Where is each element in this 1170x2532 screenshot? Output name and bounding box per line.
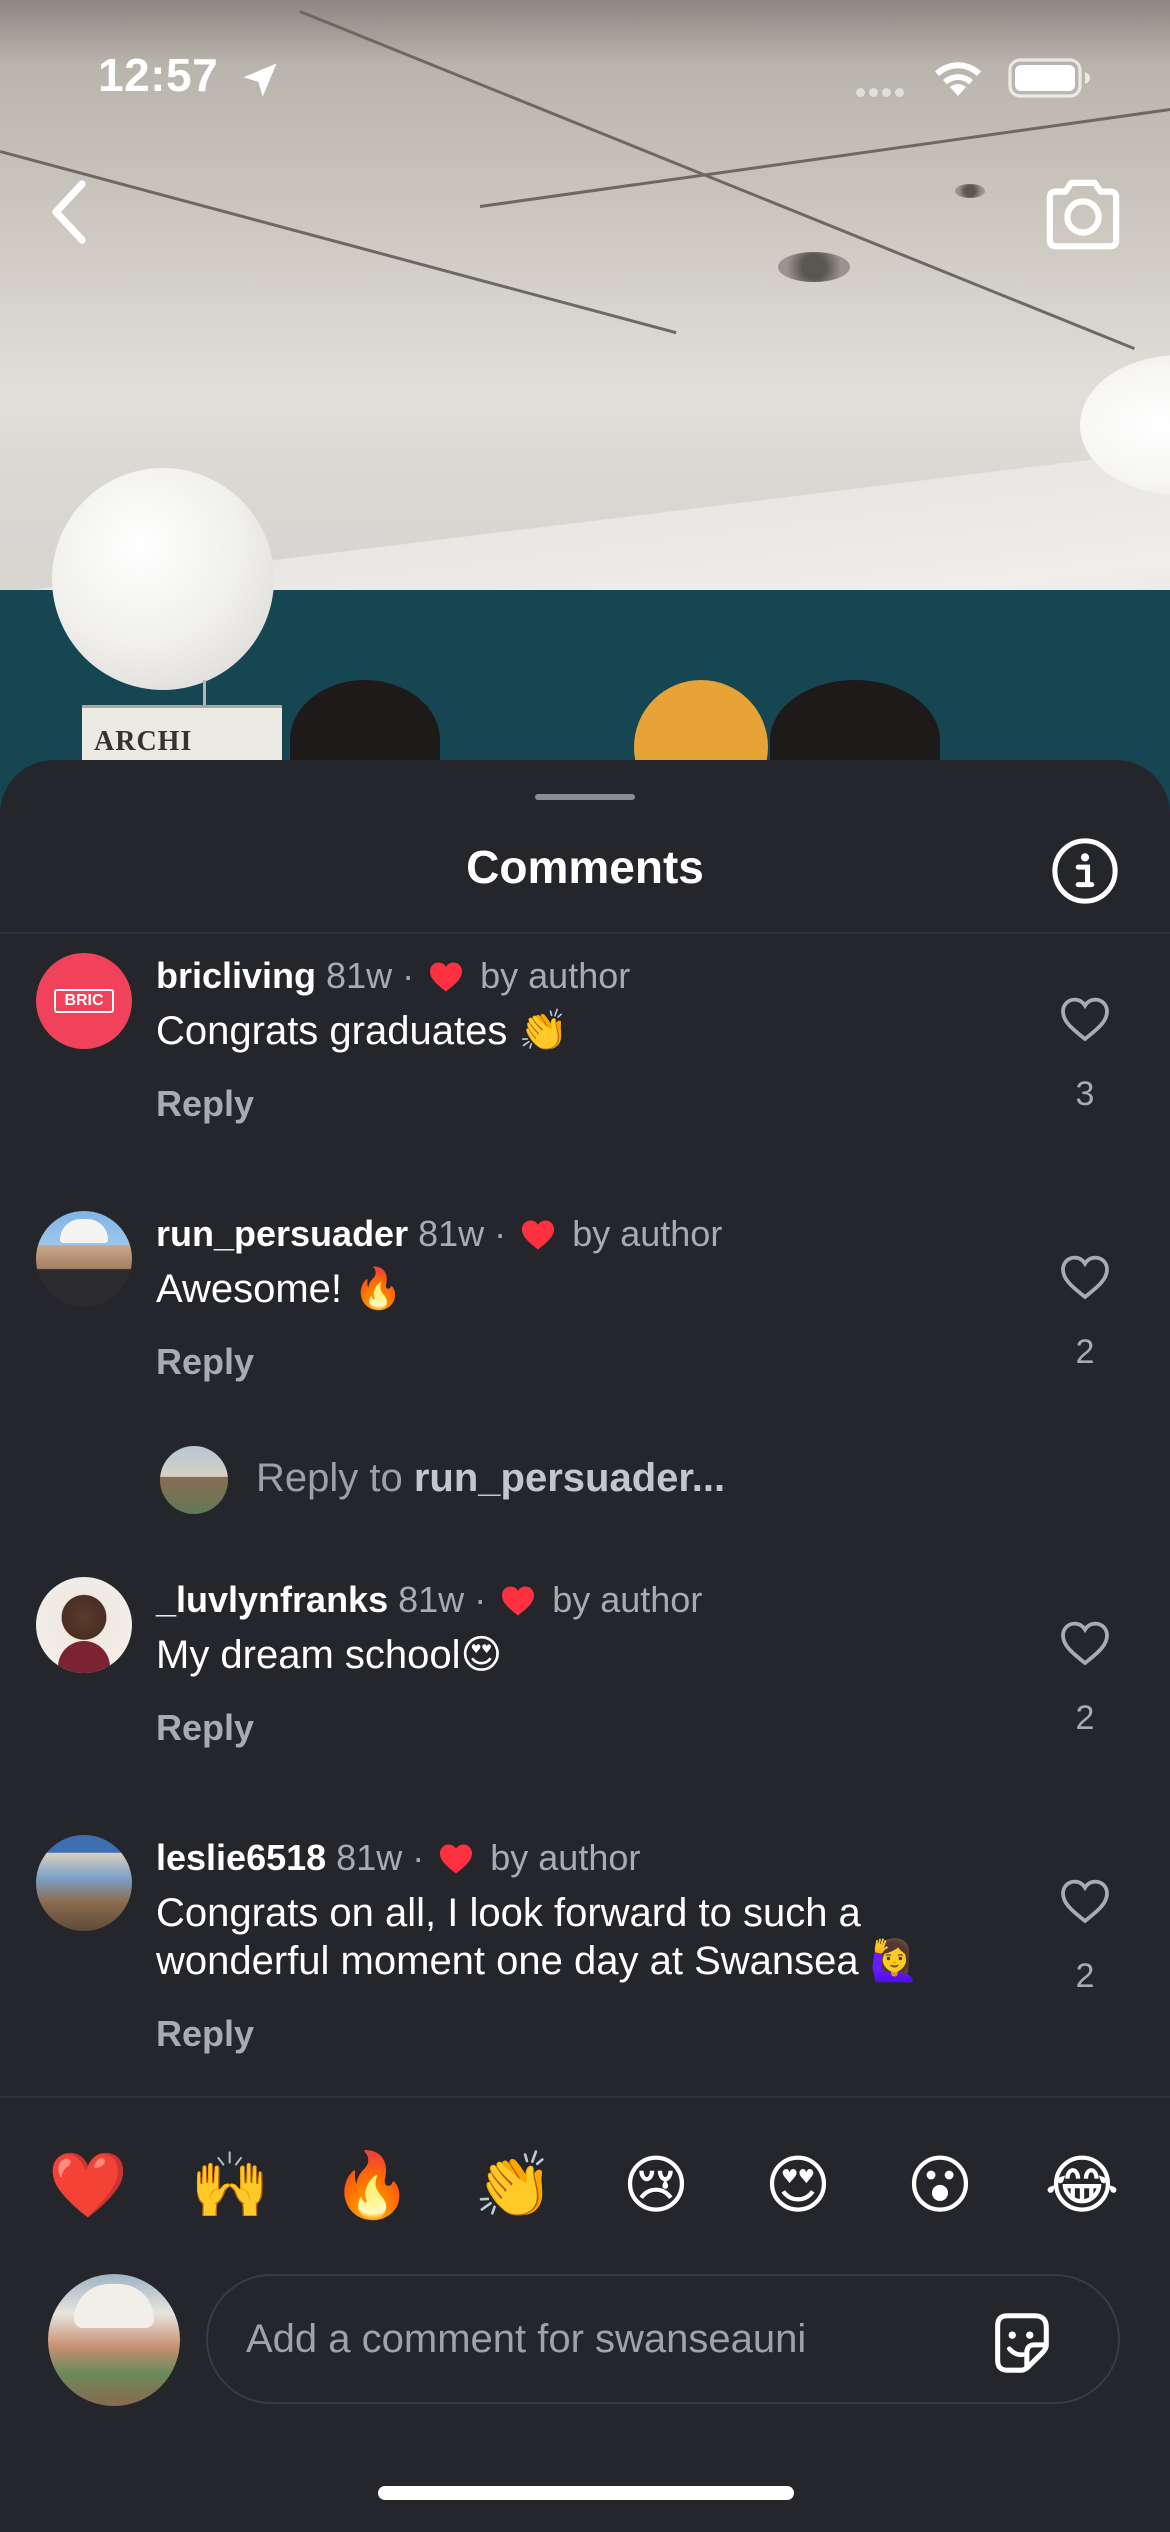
emoji-button[interactable]: 😂	[1042, 2146, 1122, 2226]
comment-username[interactable]: _luvlynfranks	[156, 1579, 388, 1620]
comment-age: 81w	[326, 955, 393, 996]
heart-filled-icon	[502, 1586, 535, 1616]
cellular-signal-icon	[856, 84, 908, 102]
reply-prompt-username: run_persuader...	[413, 1456, 726, 1500]
meta-separator: ·	[412, 1837, 425, 1878]
reply-prompt[interactable]: Reply to run_persuader...	[0, 1446, 1170, 1516]
like-count: 2	[1075, 1699, 1095, 1737]
wall-sign: ARCHI BYCH	[82, 705, 282, 789]
comment-meta: run_persuader 81w · by author	[156, 1213, 722, 1255]
avatar[interactable]: BRIC	[36, 953, 132, 1049]
comment-meta: _luvlynfranks 81w · by author	[156, 1579, 702, 1621]
meta-separator: ·	[494, 1213, 507, 1254]
emoji-button[interactable]: 😍	[758, 2146, 838, 2226]
avatar[interactable]	[36, 1577, 132, 1673]
emoji-button[interactable]: 👏	[474, 2146, 554, 2226]
status-time: 12:57	[98, 49, 219, 101]
reply-button[interactable]: Reply	[156, 1083, 254, 1125]
comment-input[interactable]	[206, 2274, 1120, 2404]
comment-age: 81w	[418, 1213, 485, 1254]
liked-by-label: by author	[552, 1579, 703, 1620]
ceiling-seam	[0, 150, 677, 335]
reply-prompt-prefix: Reply to	[256, 1456, 414, 1500]
heart-filled-icon	[522, 1220, 555, 1250]
heart-filled-icon	[440, 1844, 473, 1874]
comment-username[interactable]: run_persuader	[156, 1213, 408, 1254]
balloon	[52, 468, 274, 690]
comment-text: Awesome! 🔥	[156, 1267, 403, 1311]
comment-age: 81w	[398, 1579, 465, 1620]
wifi-icon	[935, 62, 981, 96]
back-button[interactable]	[40, 176, 100, 248]
emoji-button[interactable]: ❤️	[48, 2146, 128, 2226]
comment-text: My dream school😍	[156, 1633, 503, 1677]
like-count: 3	[1075, 1075, 1095, 1113]
sheet-title: Comments	[466, 841, 704, 893]
ceiling-spotlight	[955, 184, 985, 198]
comment-age: 81w	[336, 1837, 403, 1878]
composer-divider	[0, 2096, 1170, 2098]
avatar	[160, 1446, 228, 1514]
comment-text: Congrats on all, I look forward to such …	[156, 1891, 920, 1983]
comment-composer	[0, 2270, 1170, 2410]
camera-button[interactable]	[1040, 176, 1126, 254]
reply-button[interactable]: Reply	[156, 1707, 254, 1749]
avatar[interactable]	[36, 1835, 132, 1931]
comment-meta: bricliving 81w · by author	[156, 955, 630, 997]
comment-username[interactable]: leslie6518	[156, 1837, 326, 1878]
reply-prompt-text: Reply to run_persuader...	[256, 1456, 725, 1501]
quick-emoji-row: ❤️ 🙌 🔥 👏 😢 😍 😮 😂	[0, 2146, 1170, 2226]
header-divider	[0, 932, 1170, 934]
avatar[interactable]	[36, 1211, 132, 1307]
avatar-badge: BRIC	[54, 989, 114, 1013]
home-indicator[interactable]	[378, 2486, 794, 2500]
comment-meta: leslie6518 81w · by author	[156, 1837, 640, 1879]
liked-by-label: by author	[490, 1837, 641, 1878]
reply-button[interactable]: Reply	[156, 1341, 254, 1383]
meta-separator: ·	[402, 955, 415, 996]
reply-button[interactable]: Reply	[156, 2013, 254, 2055]
liked-by-label: by author	[480, 955, 631, 996]
heart-filled-icon	[430, 962, 463, 992]
emoji-button[interactable]: 🔥	[332, 2146, 412, 2226]
emoji-button[interactable]: 😢	[616, 2146, 696, 2226]
like-count: 2	[1075, 1333, 1095, 1371]
like-heart-icon[interactable]	[1058, 995, 1112, 1043]
like-heart-icon[interactable]	[1058, 1877, 1112, 1925]
sheet-grabber[interactable]	[535, 794, 635, 800]
sticker-icon[interactable]	[986, 2306, 1056, 2376]
like-heart-icon[interactable]	[1058, 1253, 1112, 1301]
like-count: 2	[1075, 1957, 1095, 1995]
like-heart-icon[interactable]	[1058, 1619, 1112, 1667]
info-button[interactable]	[1050, 836, 1120, 906]
location-arrow-icon	[243, 63, 277, 97]
battery-icon	[1008, 58, 1090, 98]
status-bar: 12:57	[0, 0, 1170, 150]
liked-by-label: by author	[572, 1213, 723, 1254]
emoji-button[interactable]: 😮	[900, 2146, 980, 2226]
comment-text: Congrats graduates 👏	[156, 1009, 569, 1053]
meta-separator: ·	[474, 1579, 487, 1620]
comment-username[interactable]: bricliving	[156, 955, 316, 996]
ceiling-spotlight	[778, 252, 850, 282]
emoji-button[interactable]: 🙌	[190, 2146, 270, 2226]
my-avatar[interactable]	[48, 2274, 180, 2406]
